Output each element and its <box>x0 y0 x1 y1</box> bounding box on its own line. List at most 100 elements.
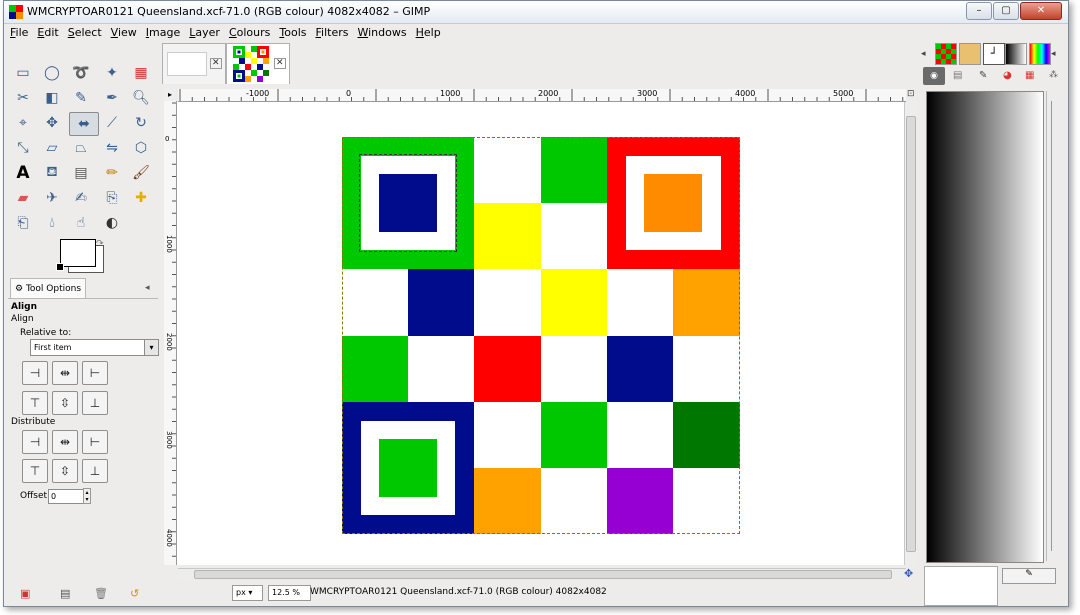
device-status-icon[interactable]: ▤ <box>953 70 962 81</box>
dock-menu-icon[interactable]: ◂ <box>145 283 150 293</box>
distribute-right-button[interactable]: ⊢ <box>82 430 108 454</box>
reset-options-icon[interactable]: ↺ <box>130 587 139 600</box>
align-bottom-button[interactable]: ⊥ <box>82 391 108 415</box>
menu-select[interactable]: Select <box>68 26 102 39</box>
pencil-icon[interactable]: ✏ <box>100 162 124 184</box>
scroll-thumb[interactable] <box>906 116 916 552</box>
vertical-ruler[interactable]: 0 1000 2000 3000 4000 <box>164 101 177 565</box>
scroll-thumb[interactable] <box>1051 101 1062 551</box>
tool-options-tab[interactable]: ⚙ Tool Options <box>10 278 86 299</box>
cage-icon[interactable]: ⬡ <box>129 137 153 159</box>
fg-bg-colors[interactable]: ↷ <box>56 239 112 275</box>
distribute-center-button[interactable]: ⇹ <box>52 430 78 454</box>
scroll-thumb[interactable] <box>194 570 892 579</box>
menu-edit[interactable]: Edit <box>37 26 58 39</box>
ellipse-select-icon[interactable]: ◯ <box>40 62 64 84</box>
heal-icon[interactable]: ✚ <box>129 187 153 209</box>
menu-colours[interactable]: Colours <box>229 26 270 39</box>
delete-options-icon[interactable]: 🗑︎ <box>94 587 108 600</box>
image-tab-blank[interactable]: ✕ <box>162 43 226 84</box>
foreground-color[interactable] <box>60 239 96 267</box>
distribute-top-button[interactable]: ⊤ <box>22 459 48 483</box>
scissors-icon[interactable]: ✂ <box>11 87 35 109</box>
move-icon[interactable]: ✥ <box>40 112 64 134</box>
blend-icon[interactable]: ▤ <box>69 162 93 184</box>
crop-icon[interactable]: ⟋ <box>100 112 124 134</box>
minimize-button[interactable]: – <box>966 2 992 20</box>
palettes-tab-icon[interactable] <box>1029 43 1051 65</box>
edit-gradient-button[interactable]: ✎ <box>1002 568 1056 584</box>
perspective-icon[interactable]: ⏢ <box>69 137 93 159</box>
brushes-tab-icon[interactable] <box>959 43 981 65</box>
rotate-icon[interactable]: ↻ <box>129 112 153 134</box>
brush-icon[interactable]: ✎ <box>979 70 987 81</box>
scale-icon[interactable]: ⤡ <box>11 137 35 159</box>
gradients-tab-icon[interactable] <box>1005 43 1027 65</box>
distribute-left-button[interactable]: ⊣ <box>22 430 48 454</box>
image-canvas[interactable] <box>342 137 740 534</box>
menu-tools[interactable]: Tools <box>279 26 306 39</box>
distribute-bottom-button[interactable]: ⊥ <box>82 459 108 483</box>
dock-scroll-left-icon[interactable]: ◂ <box>921 49 926 59</box>
tool-presets-icon[interactable]: ◉ <box>923 67 945 85</box>
restore-options-icon[interactable]: ▤ <box>60 587 70 600</box>
menu-help[interactable]: Help <box>416 26 441 39</box>
dock-menu-icon[interactable]: ◂ <box>1051 49 1056 59</box>
zoom-to-window-icon[interactable]: ⊡ <box>907 89 915 99</box>
distribute-middle-button[interactable]: ⇳ <box>52 459 78 483</box>
default-colors-icon[interactable] <box>56 263 64 271</box>
paths-icon[interactable]: ✎ <box>69 87 93 109</box>
align-top-button[interactable]: ⊤ <box>22 391 48 415</box>
horizontal-scrollbar[interactable] <box>178 568 906 580</box>
paintbrush-icon[interactable]: 🖌︎ <box>129 162 153 184</box>
menu-filters[interactable]: Filters <box>316 26 349 39</box>
align-center-button[interactable]: ⇹ <box>52 361 78 385</box>
menu-view[interactable]: View <box>111 26 137 39</box>
rect-select-icon[interactable]: ▭ <box>11 62 35 84</box>
zoom-select[interactable]: 12.5 % <box>268 585 311 601</box>
unit-select[interactable]: px ▾ <box>232 585 263 601</box>
color-select-icon[interactable]: ▦ <box>129 62 153 84</box>
navigate-icon[interactable]: ✥ <box>904 567 913 580</box>
close-icon[interactable]: ✕ <box>274 58 286 69</box>
airbrush-icon[interactable]: ✈ <box>40 187 64 209</box>
text-icon[interactable]: A <box>11 162 35 184</box>
image-tab-queensland[interactable]: ✕ <box>226 43 290 84</box>
menu-layer[interactable]: Layer <box>189 26 220 39</box>
shear-icon[interactable]: ▱ <box>40 137 64 159</box>
color-picker-icon[interactable]: ✒ <box>100 87 124 109</box>
images-icon[interactable]: ▦ <box>1025 70 1034 81</box>
vertical-scrollbar[interactable] <box>904 102 916 565</box>
menu-file[interactable]: File <box>10 26 28 39</box>
patterns-tab-icon[interactable] <box>935 43 957 65</box>
dock-preview-box[interactable] <box>924 566 998 606</box>
lasso-icon[interactable]: ➰ <box>69 62 93 84</box>
foreground-select-icon[interactable]: ◧ <box>40 87 64 109</box>
offset-spinner[interactable]: ▴ ▾ <box>83 488 91 504</box>
close-button[interactable]: ✕ <box>1020 2 1062 20</box>
clone-icon[interactable]: ⎘ <box>100 187 124 209</box>
gradient-preview[interactable] <box>926 91 1044 563</box>
smudge-icon[interactable]: ☝ <box>69 212 93 234</box>
fonts-tab-icon[interactable]: ┘ <box>983 43 1005 65</box>
align-left-button[interactable]: ⊣ <box>22 361 48 385</box>
documents-icon[interactable]: ⁂ <box>1049 70 1058 80</box>
ink-icon[interactable]: ✍ <box>69 187 93 209</box>
zoom-icon[interactable]: 🔍︎ <box>129 87 153 109</box>
menu-windows[interactable]: Windows <box>357 26 406 39</box>
align-icon[interactable]: ⬌ <box>69 112 99 136</box>
align-right-button[interactable]: ⊢ <box>82 361 108 385</box>
quick-mask-corner[interactable]: ▸ <box>164 89 176 101</box>
fuzzy-select-icon[interactable]: ✦ <box>100 62 124 84</box>
offset-input[interactable]: 0 <box>48 489 86 504</box>
relative-to-select[interactable]: First item ▾ <box>30 339 159 356</box>
swap-colors-icon[interactable]: ↷ <box>96 239 104 249</box>
colors-icon[interactable]: ◕ <box>1003 70 1012 81</box>
perspective-clone-icon[interactable]: ⎗ <box>11 212 35 234</box>
align-middle-button[interactable]: ⇳ <box>52 391 78 415</box>
menu-image[interactable]: Image <box>146 26 180 39</box>
dock-scrollbar[interactable] <box>1046 91 1067 561</box>
maximize-button[interactable]: ▢ <box>993 2 1019 20</box>
flip-icon[interactable]: ⇋ <box>100 137 124 159</box>
dodge-burn-icon[interactable]: ◐ <box>100 212 124 234</box>
